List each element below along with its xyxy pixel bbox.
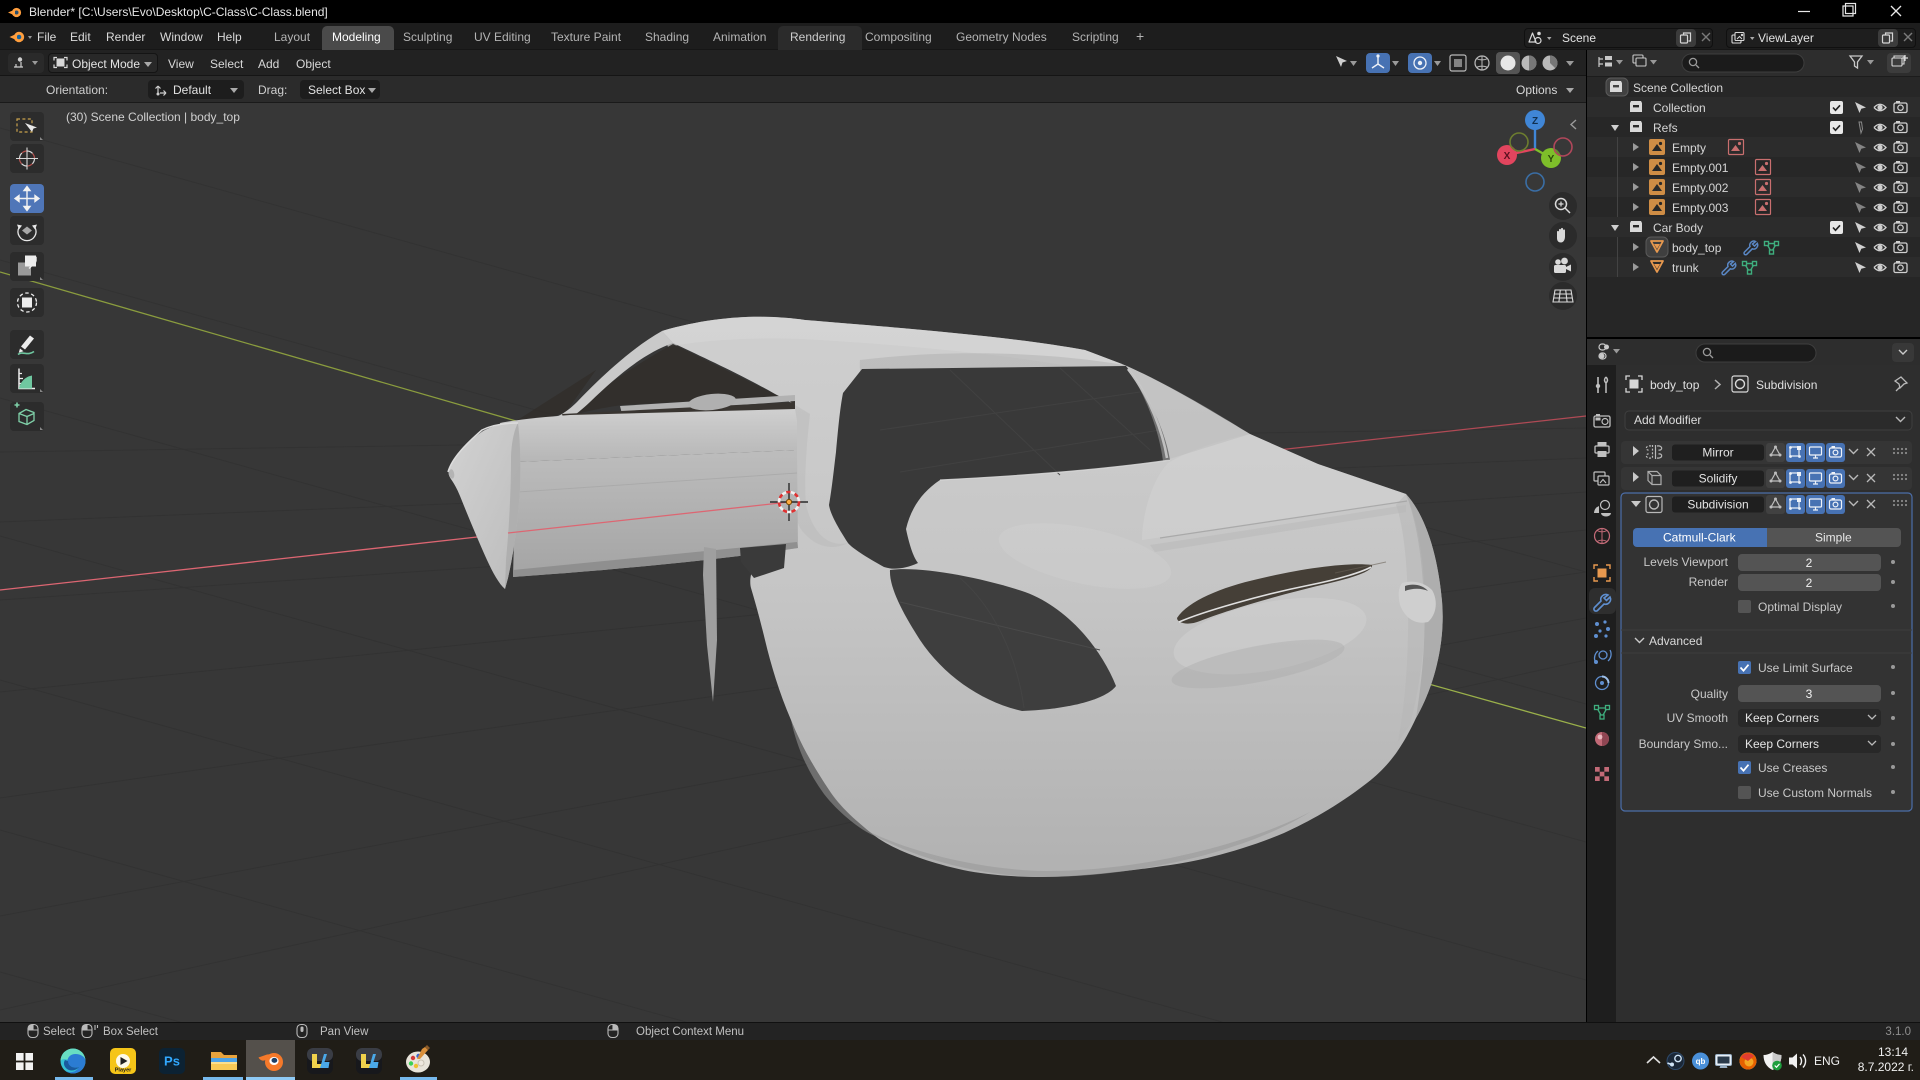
- svg-text:qb: qb: [1696, 1057, 1706, 1066]
- svg-text:UV Smooth: UV Smooth: [1667, 711, 1728, 725]
- svg-text:Player: Player: [115, 1068, 132, 1074]
- svg-text:Car Body: Car Body: [1653, 221, 1703, 235]
- svg-text:Simple: Simple: [1815, 531, 1852, 545]
- svg-text:Object Context Menu: Object Context Menu: [636, 1026, 744, 1038]
- svg-text:Empty.001: Empty.001: [1672, 161, 1729, 175]
- svg-text:ENG: ENG: [1814, 1054, 1840, 1068]
- svg-text:Add Modifier: Add Modifier: [1634, 413, 1701, 427]
- svg-text:Catmull-Clark: Catmull-Clark: [1663, 531, 1737, 545]
- svg-text:Box Select: Box Select: [103, 1026, 159, 1038]
- svg-text:Ps: Ps: [164, 1054, 180, 1069]
- svg-text:(30) Scene Collection | body_t: (30) Scene Collection | body_top: [66, 110, 240, 124]
- svg-text:X: X: [1504, 151, 1511, 162]
- svg-text:Scene Collection: Scene Collection: [1633, 81, 1723, 95]
- svg-text:Solidify: Solidify: [1699, 472, 1738, 486]
- svg-text:Advanced: Advanced: [1649, 634, 1702, 648]
- svg-text:trunk: trunk: [1672, 261, 1700, 275]
- svg-text:Subdivision: Subdivision: [1756, 378, 1817, 392]
- svg-text:Subdivision: Subdivision: [1687, 498, 1748, 512]
- svg-text:Pan View: Pan View: [320, 1026, 369, 1038]
- svg-text:Keep Corners: Keep Corners: [1745, 737, 1819, 751]
- svg-text:2: 2: [1806, 556, 1813, 570]
- svg-text:Z: Z: [1532, 116, 1538, 127]
- svg-text:Boundary Smo...: Boundary Smo...: [1639, 737, 1728, 751]
- svg-text:8.7.2022 г.: 8.7.2022 г.: [1858, 1060, 1914, 1074]
- svg-text:Render: Render: [1689, 575, 1728, 589]
- svg-text:Y: Y: [1548, 154, 1555, 165]
- svg-text:Use Creases: Use Creases: [1758, 761, 1827, 775]
- svg-text:Use Limit Surface: Use Limit Surface: [1758, 661, 1853, 675]
- svg-text:Empty.002: Empty.002: [1672, 181, 1729, 195]
- svg-text:body_top: body_top: [1650, 378, 1700, 392]
- svg-text:3.1.0: 3.1.0: [1885, 1026, 1911, 1038]
- svg-text:Mirror: Mirror: [1702, 446, 1733, 460]
- svg-text:Select: Select: [43, 1026, 76, 1038]
- svg-text:Optimal Display: Optimal Display: [1758, 600, 1842, 614]
- svg-text:Use Custom Normals: Use Custom Normals: [1758, 786, 1872, 800]
- svg-text:Keep Corners: Keep Corners: [1745, 711, 1819, 725]
- svg-text:13:14: 13:14: [1878, 1045, 1908, 1059]
- svg-text:3: 3: [1806, 687, 1813, 701]
- svg-text:Empty: Empty: [1672, 141, 1706, 155]
- svg-text:Levels Viewport: Levels Viewport: [1644, 555, 1729, 569]
- svg-text:Quality: Quality: [1691, 687, 1728, 701]
- svg-text:Collection: Collection: [1653, 101, 1706, 115]
- svg-text:Empty.003: Empty.003: [1672, 201, 1729, 215]
- svg-text:body_top: body_top: [1672, 241, 1722, 255]
- svg-text:Refs: Refs: [1653, 121, 1678, 135]
- svg-text:2: 2: [1806, 576, 1813, 590]
